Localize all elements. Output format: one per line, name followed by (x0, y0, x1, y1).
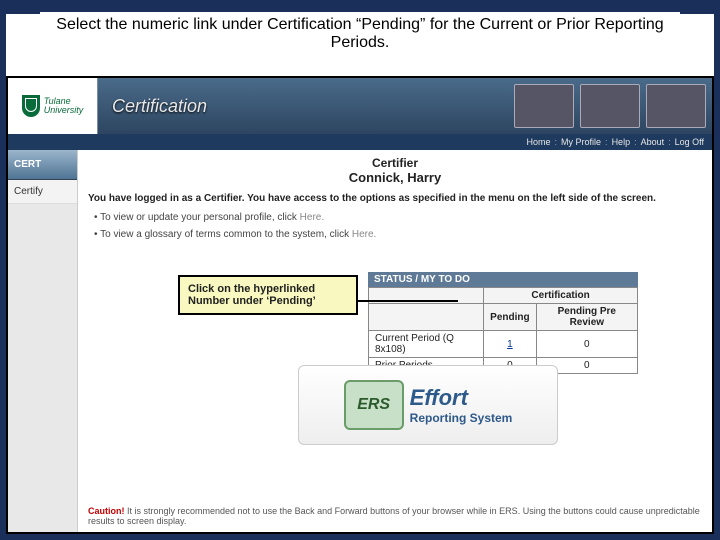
monitor-icon (646, 84, 706, 128)
clock-icon (514, 84, 574, 128)
link-glossary-here[interactable]: Here. (352, 229, 376, 240)
logo-line2: University (44, 106, 84, 115)
bullet-profile: • To view or update your personal profil… (94, 212, 702, 223)
row-current-label: Current Period (Q 8x108) (369, 331, 484, 358)
ers-line2: Reporting System (410, 411, 513, 425)
banner-title: Certification (112, 96, 207, 117)
main-content: Certifier Connick, Harry You have logged… (78, 150, 712, 532)
nav-about[interactable]: About (641, 137, 665, 147)
col-pending: Pending (484, 304, 536, 331)
status-title: STATUS / MY TO DO (368, 272, 638, 287)
shield-icon (22, 95, 40, 117)
row-current-pending[interactable]: 1 (484, 331, 536, 358)
col-prereview: Pending Pre Review (536, 304, 637, 331)
caution-text: Caution! It is strongly recommended not … (88, 506, 702, 526)
link-profile-here[interactable]: Here. (300, 212, 324, 223)
app-window: Tulane University Certification Home: My… (6, 76, 714, 534)
pending-link-current[interactable]: 1 (507, 339, 513, 350)
callout-connector (358, 300, 458, 302)
status-panel: STATUS / MY TO DO Certification Pending … (368, 272, 638, 374)
caution-body: It is strongly recommended not to use th… (88, 506, 700, 526)
banner-decor (514, 82, 706, 130)
ers-badge-icon: ERS (344, 380, 404, 430)
user-name: Connick, Harry (88, 170, 702, 185)
nav-profile[interactable]: My Profile (561, 137, 601, 147)
callout-box: Click on the hyperlinked Number under ‘P… (178, 275, 358, 315)
nav-home[interactable]: Home (527, 137, 551, 147)
status-blank-header2 (369, 304, 484, 331)
ers-logo: ERS Effort Reporting System (298, 365, 558, 445)
astronaut-icon (580, 84, 640, 128)
sidebar-header: CERT (8, 150, 77, 180)
top-nav: Home: My Profile: Help: About: Log Off (8, 134, 712, 150)
bullet-glossary: • To view a glossary of terms common to … (94, 229, 702, 240)
app-banner: Tulane University Certification (8, 78, 712, 134)
sidebar-item-certify[interactable]: Certify (8, 180, 77, 204)
slide-title: Select the numeric link under Certificat… (40, 12, 680, 62)
sidebar: CERT Certify (8, 150, 78, 532)
nav-help[interactable]: Help (612, 137, 631, 147)
nav-logoff[interactable]: Log Off (675, 137, 704, 147)
caution-label: Caution! (88, 506, 125, 516)
ers-line1: Effort (410, 385, 513, 411)
university-logo: Tulane University (8, 78, 98, 134)
slide-stage: Select the numeric link under Certificat… (0, 0, 720, 540)
role-label: Certifier (88, 156, 702, 170)
row-current-prereview: 0 (536, 331, 637, 358)
table-row: Current Period (Q 8x108) 1 0 (369, 331, 638, 358)
intro-text: You have logged in as a Certifier. You h… (88, 193, 702, 204)
status-group-header: Certification (484, 288, 638, 304)
